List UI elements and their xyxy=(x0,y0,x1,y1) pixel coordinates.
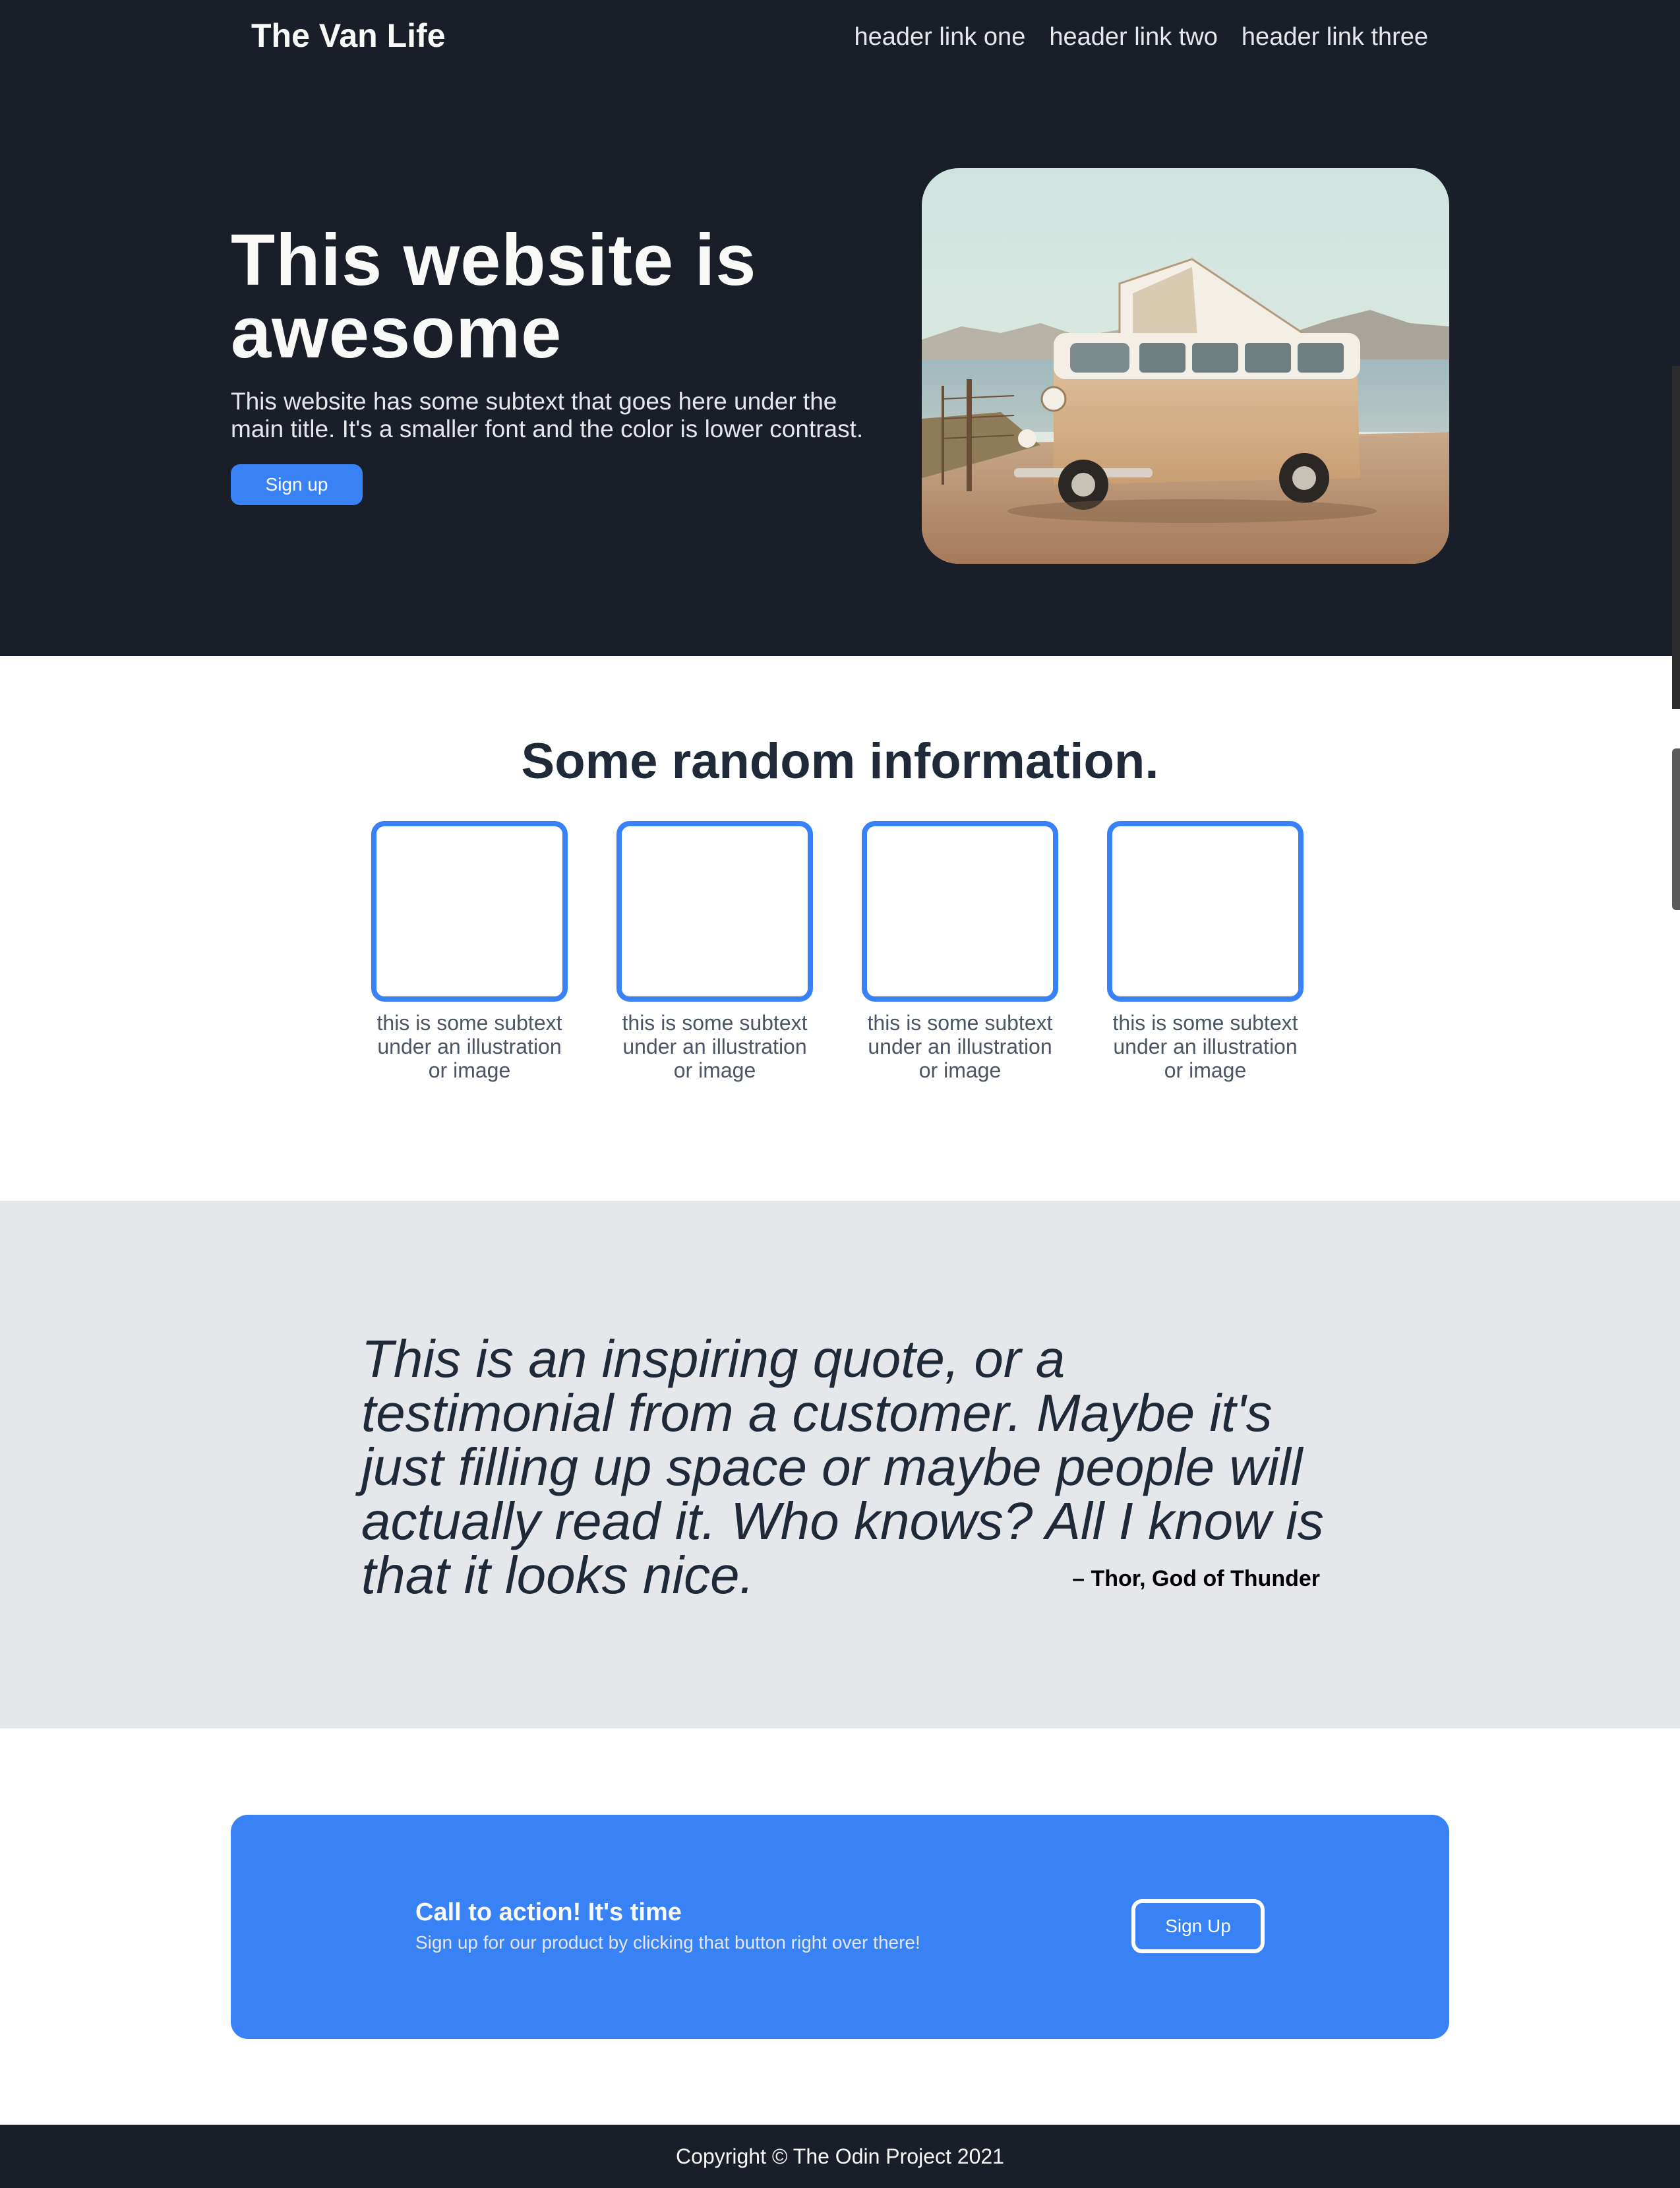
info-card-caption: this is some subtext under an illustrati… xyxy=(622,1011,808,1082)
call-to-action-box: Call to action! It's time Sign up for ou… xyxy=(231,1815,1449,2039)
cta-signup-button[interactable]: Sign Up xyxy=(1131,1899,1265,1953)
info-card: this is some subtext under an illustrati… xyxy=(371,821,568,1082)
hero-text-block: This website is awesome This website has… xyxy=(231,224,890,505)
cta-heading: Call to action! It's time xyxy=(415,1899,682,1926)
header-link-two[interactable]: header link two xyxy=(1049,18,1218,55)
info-section-title: Some random information. xyxy=(521,733,1159,789)
footer-copyright: Copyright © The Odin Project 2021 xyxy=(676,2144,1004,2168)
cta-subtext: Sign up for our product by clicking that… xyxy=(415,1932,920,1953)
info-card: this is some subtext under an illustrati… xyxy=(862,821,1058,1082)
illustration-placeholder xyxy=(862,821,1058,1002)
info-card: this is some subtext under an illustrati… xyxy=(616,821,813,1082)
camper-van-photo xyxy=(922,168,1449,564)
illustration-placeholder xyxy=(1107,821,1304,1002)
scrollbar-thumb[interactable] xyxy=(1672,366,1680,709)
header-nav: header link one header link two header l… xyxy=(854,18,1428,55)
info-grid: this is some subtext under an illustrati… xyxy=(371,821,1304,1082)
hero-signup-button[interactable]: Sign up xyxy=(231,464,363,505)
footer: Copyright © The Odin Project 2021 xyxy=(0,2125,1680,2188)
header-link-three[interactable]: header link three xyxy=(1242,18,1428,55)
header-link-one[interactable]: header link one xyxy=(854,18,1025,55)
info-card-caption: this is some subtext under an illustrati… xyxy=(376,1011,562,1082)
hero-section: The Van Life header link one header link… xyxy=(0,0,1680,656)
landing-page: The Van Life header link one header link… xyxy=(0,0,1680,2188)
site-logo[interactable]: The Van Life xyxy=(251,15,446,57)
info-card-caption: this is some subtext under an illustrati… xyxy=(1112,1011,1298,1082)
info-card-caption: this is some subtext under an illustrati… xyxy=(867,1011,1053,1082)
quote-author: – Thor, God of Thunder xyxy=(1072,1566,1320,1591)
illustration-placeholder xyxy=(616,821,813,1002)
illustration-placeholder xyxy=(371,821,568,1002)
testimonial-quote: This is an inspiring quote, or a testimo… xyxy=(361,1329,1324,1604)
info-card: this is some subtext under an illustrati… xyxy=(1107,821,1304,1082)
hero-title: This website is awesome xyxy=(231,220,757,373)
hero-subtext: This website has some subtext that goes … xyxy=(231,388,864,442)
